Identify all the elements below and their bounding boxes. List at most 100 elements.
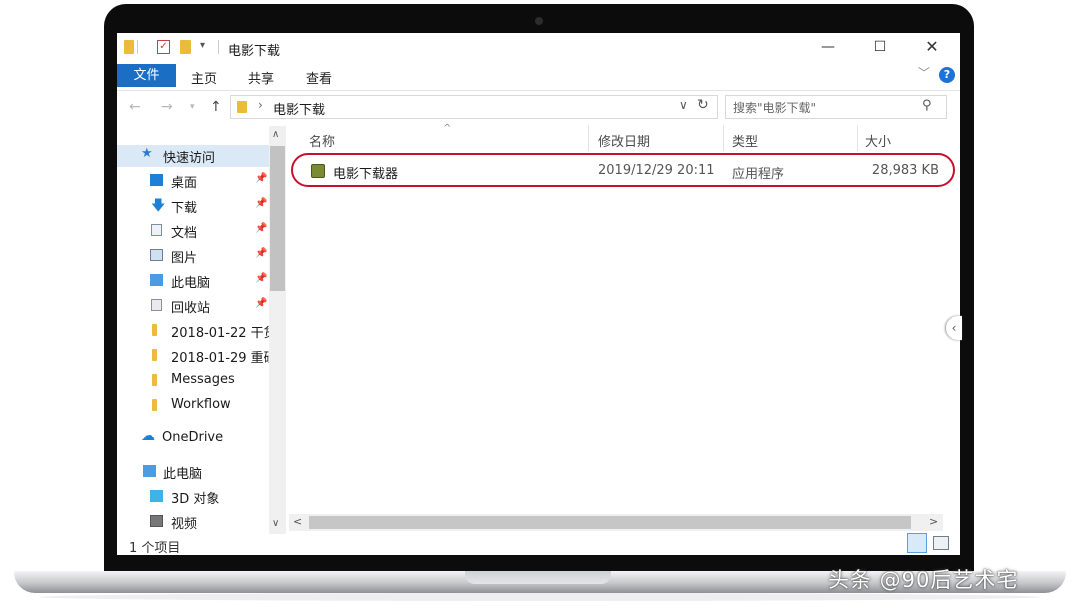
sidebar-item-documents[interactable]: 文档 📌 — [117, 220, 287, 242]
laptop-shadow — [40, 593, 1040, 601]
tab-file[interactable]: 文件 — [117, 64, 176, 87]
large-icons-view-icon[interactable] — [933, 536, 949, 550]
close-icon[interactable]: ✕ — [924, 39, 940, 55]
sidebar-item-label: Workflow — [171, 397, 231, 412]
laptop-notch — [465, 571, 611, 584]
divider — [218, 40, 219, 54]
navigation-pane: ★ 快速访问 桌面 📌 🡇 下载 📌 文档 📌 图片 📌 此电脑 📌 回收站 📌… — [117, 126, 287, 536]
status-item-count: 1 个项目 — [129, 541, 181, 555]
folder-icon — [237, 101, 247, 113]
3d-objects-icon — [150, 490, 163, 502]
sidebar-item-desktop[interactable]: 桌面 📌 — [117, 170, 287, 192]
folder-icon — [152, 324, 157, 336]
breadcrumb-separator-icon: › — [258, 98, 263, 112]
help-icon[interactable]: ? — [939, 67, 955, 83]
sidebar-item-recycle-bin[interactable]: 回收站 📌 — [117, 295, 287, 317]
refresh-icon[interactable]: ↻ — [697, 97, 709, 113]
search-input[interactable]: 搜索"电影下载" — [733, 99, 816, 116]
expand-ribbon-icon[interactable]: ﹀ — [918, 64, 930, 81]
column-divider[interactable] — [588, 125, 589, 151]
sidebar-item-onedrive[interactable]: ☁ OneDrive — [117, 428, 269, 450]
column-divider[interactable] — [857, 125, 858, 151]
customize-toolbar-icon[interactable]: ▾ — [200, 40, 205, 54]
window-title: 电影下载 — [228, 44, 281, 59]
pin-icon[interactable]: 📌 — [255, 173, 267, 184]
horizontal-scroll-thumb[interactable] — [309, 516, 911, 529]
address-history-icon[interactable]: ∨ — [679, 98, 688, 112]
tab-view[interactable]: 查看 — [306, 68, 332, 87]
pin-icon[interactable]: 📌 — [255, 273, 267, 284]
column-header-type[interactable]: 类型 — [732, 131, 758, 150]
computer-icon — [150, 274, 163, 286]
star-icon: ★ — [141, 146, 153, 161]
sidebar-item-label: 此电脑 — [171, 276, 211, 291]
desktop-icon — [150, 174, 163, 186]
sidebar-item-folder[interactable]: 2018-01-29 重磅 — [117, 345, 269, 367]
sidebar-item-label: Messages — [171, 372, 235, 387]
sidebar-item-folder[interactable]: 2018-01-22 干货 — [117, 320, 269, 342]
column-header-name[interactable]: 名称 — [309, 131, 335, 150]
search-box[interactable]: 搜索"电影下载" ⚲ — [725, 95, 947, 119]
up-icon[interactable]: ↑ — [210, 99, 222, 115]
pin-icon[interactable]: 📌 — [255, 198, 267, 209]
recycle-bin-icon — [151, 299, 162, 311]
minimize-icon[interactable]: — — [820, 39, 836, 55]
sidebar-item-label: 桌面 — [171, 176, 198, 191]
sidebar-item-folder[interactable]: Workflow — [117, 395, 269, 417]
sidebar-item-label: 2018-01-22 干货 — [171, 326, 269, 341]
address-bar[interactable]: › 电影下载 ∨ ↻ — [230, 95, 718, 119]
column-header-modified[interactable]: 修改日期 — [598, 131, 650, 150]
sidebar-item-label: 快速访问 — [163, 151, 216, 166]
properties-icon[interactable]: ✓ — [157, 40, 170, 54]
folder-icon — [152, 349, 157, 361]
webcam — [535, 17, 543, 25]
scroll-right-icon[interactable]: > — [929, 515, 938, 528]
nav-pane-scroll-thumb[interactable] — [270, 146, 285, 291]
details-view-icon[interactable] — [907, 533, 927, 553]
download-icon: 🡇 — [151, 198, 166, 214]
title-bar: ✓ ▾ 电影下载 — ☐ ✕ — [117, 33, 960, 61]
sidebar-item-label: 下载 — [171, 201, 198, 216]
sidebar-item-pictures[interactable]: 图片 📌 — [117, 245, 287, 267]
pin-icon[interactable]: 📌 — [255, 248, 267, 259]
scroll-up-icon[interactable]: ∧ — [272, 129, 279, 140]
sidebar-item-downloads[interactable]: 🡇 下载 📌 — [117, 195, 287, 217]
ribbon: 文件 主页 共享 查看 ﹀ ? — [117, 61, 960, 91]
tab-home[interactable]: 主页 — [191, 68, 217, 87]
sidebar-item-3d-objects[interactable]: 3D 对象 — [117, 486, 269, 508]
sidebar-item-folder[interactable]: Messages — [117, 370, 269, 392]
breadcrumb[interactable]: 电影下载 — [273, 99, 325, 118]
file-explorer-window: ✓ ▾ 电影下载 — ☐ ✕ 文件 主页 共享 查看 ﹀ ? ← → ▾ ↑ ›… — [117, 33, 960, 555]
pin-icon[interactable]: 📌 — [255, 298, 267, 309]
column-header-size[interactable]: 大小 — [865, 131, 891, 150]
sidebar-item-this-pc[interactable]: 此电脑 — [117, 461, 269, 483]
sidebar-item-this-pc-pinned[interactable]: 此电脑 📌 — [117, 270, 287, 292]
picture-icon — [150, 249, 163, 261]
sidebar-item-videos[interactable]: 视频 — [117, 511, 269, 533]
sidebar-item-label: OneDrive — [162, 430, 224, 445]
new-folder-icon[interactable] — [180, 40, 191, 54]
search-icon[interactable]: ⚲ — [922, 98, 932, 113]
sort-ascending-icon: ^ — [443, 123, 452, 134]
back-icon[interactable]: ← — [129, 99, 141, 115]
sidebar-item-label: 图片 — [171, 251, 198, 266]
folder-icon — [152, 374, 157, 386]
folder-icon — [152, 399, 157, 411]
address-row: ← → ▾ ↑ › 电影下载 ∨ ↻ 搜索"电影下载" ⚲ — [117, 91, 960, 125]
tab-share[interactable]: 共享 — [248, 68, 274, 87]
sidebar-item-quick-access[interactable]: ★ 快速访问 — [117, 145, 269, 167]
forward-icon[interactable]: → — [161, 99, 173, 115]
scroll-down-icon[interactable]: ∨ — [272, 518, 279, 529]
sidebar-item-label: 视频 — [171, 517, 198, 532]
video-icon — [150, 515, 163, 527]
pin-icon[interactable]: 📌 — [255, 223, 267, 234]
sidebar-item-label: 文档 — [171, 226, 198, 241]
column-divider[interactable] — [723, 125, 724, 151]
scroll-left-icon[interactable]: < — [293, 515, 302, 528]
sidebar-item-label: 3D 对象 — [171, 492, 220, 507]
computer-icon — [143, 465, 156, 477]
document-icon — [151, 224, 162, 236]
folder-icon — [124, 40, 134, 54]
maximize-icon[interactable]: ☐ — [872, 39, 888, 55]
recent-locations-icon[interactable]: ▾ — [190, 102, 195, 112]
